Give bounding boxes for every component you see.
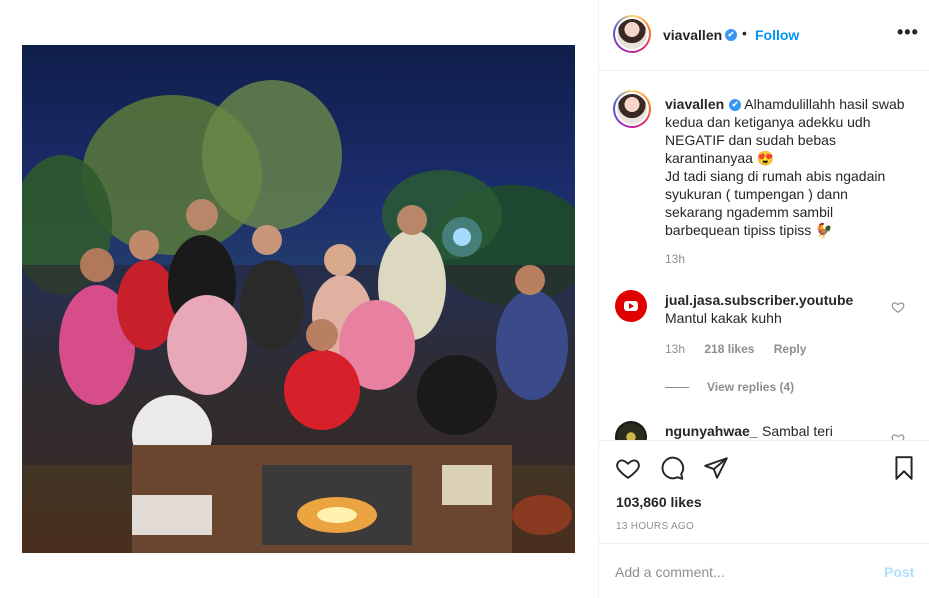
replies-line (665, 387, 689, 388)
post-actions: 103,860 likes 13 HOURS AGO (599, 440, 929, 542)
bookmark-icon[interactable] (891, 455, 917, 481)
post-comment-button[interactable]: Post (884, 564, 914, 580)
caption-text: viavallen ✔ Alhamdulillahh hasil swab ked… (665, 95, 905, 239)
verified-badge-icon: ✔ (725, 29, 737, 41)
comment-timestamp[interactable]: 13h (665, 342, 685, 356)
comment-username[interactable]: ngunyahwae_ (665, 423, 758, 439)
caption-avatar[interactable] (613, 90, 651, 128)
follow-button[interactable]: Follow (755, 27, 799, 43)
post-timestamp[interactable]: 13 HOURS AGO (616, 521, 694, 532)
comment-input[interactable] (615, 562, 865, 582)
caption-verified-badge-icon: ✔ (729, 99, 742, 112)
post-photo-pane (0, 0, 598, 598)
view-replies-button[interactable]: View replies (4) (707, 380, 794, 394)
comment-avatar[interactable] (615, 421, 647, 440)
paper-plane-icon[interactable] (703, 455, 729, 481)
comments-list[interactable]: viavallen ✔ Alhamdulillahh hasil swab ked… (599, 72, 929, 440)
youtube-avatar-icon[interactable] (615, 290, 647, 322)
post-sidebar: viavallen ✔ • Follow ••• viavallen ✔ Alha… (599, 0, 929, 598)
comment-icon[interactable] (659, 455, 685, 481)
photo-scene (22, 80, 575, 553)
caption-username[interactable]: viavallen (665, 96, 724, 112)
comment-meta: 13h 218 likes Reply (665, 342, 822, 356)
likes-count[interactable]: 103,860 likes (616, 494, 702, 510)
author-username[interactable]: viavallen (663, 27, 722, 43)
more-options-icon[interactable]: ••• (897, 22, 919, 43)
post-photo[interactable] (22, 45, 575, 553)
comment-username[interactable]: jual.jasa.subscriber.youtube (665, 292, 853, 308)
separator-dot: • (742, 25, 747, 41)
comment-like-heart-icon[interactable] (891, 300, 905, 314)
author-avatar[interactable] (613, 15, 651, 53)
comment-text: Sambal teri (762, 423, 833, 439)
caption-timestamp[interactable]: 13h (665, 252, 685, 266)
caption-body: Alhamdulillahh hasil swab kedua dan keti… (665, 96, 905, 238)
comment-text: Mantul kakak kuhh (665, 310, 782, 326)
comment-likes[interactable]: 218 likes (704, 342, 754, 356)
post-header: viavallen ✔ • Follow ••• (599, 0, 929, 71)
comment-like-heart-icon[interactable] (891, 432, 905, 440)
comment-reply-button[interactable]: Reply (774, 342, 807, 356)
add-comment-bar: Post (599, 543, 929, 598)
heart-icon[interactable] (615, 455, 641, 481)
